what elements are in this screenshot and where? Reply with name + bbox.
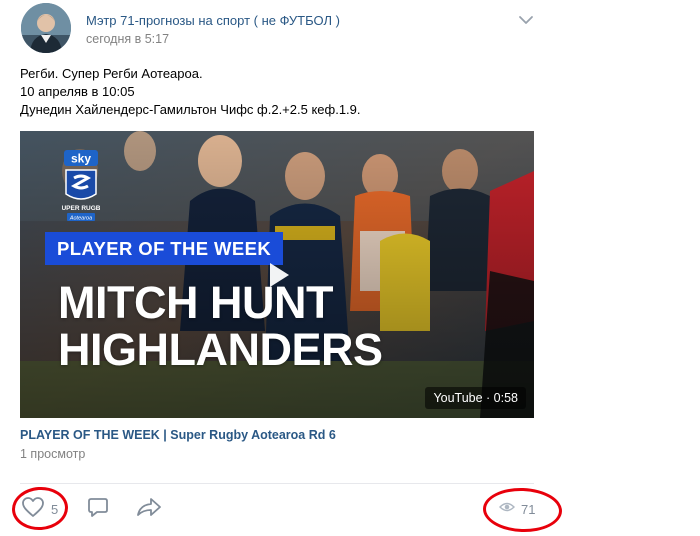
svg-text:sky: sky [71,152,91,166]
avatar[interactable] [21,3,71,53]
heart-icon [21,496,45,523]
svg-text:Aotearoa: Aotearoa [69,216,92,222]
video-overlay-subtitle: HIGHLANDERS [58,324,383,375]
like-button[interactable]: 5 [21,496,59,523]
post-text: Регби. Супер Регби Аотеароа. 10 апреляв … [20,65,361,119]
comment-button[interactable] [87,497,109,521]
views-count: 71 [521,501,536,517]
share-button[interactable] [136,497,162,521]
post-date[interactable]: сегодня в 5:17 [86,32,169,46]
views-counter: 71 [499,497,535,521]
post-header: Мэтр 71-прогнозы на спорт ( не ФУТБОЛ ) … [21,3,541,55]
video-duration-badge: YouTube · 0:58 [425,387,526,409]
like-count: 5 [51,501,59,517]
svg-text:SUPER RUGBY: SUPER RUGBY [62,205,100,212]
chevron-down-icon[interactable] [517,13,535,27]
divider [20,483,534,484]
eye-icon [499,500,515,518]
video-overlay-banner: PLAYER OF THE WEEK [45,232,284,265]
share-arrow-icon [136,496,162,523]
video-view-count: 1 просмотр [20,447,86,461]
post-text-line: 10 апреляв в 10:05 [20,84,135,99]
post-text-line: Регби. Супер Регби Аотеароа. [20,66,203,81]
post-text-line: Дунедин Хайлендерс-Гамильтон Чифс ф.2.+2… [20,102,361,117]
play-icon[interactable] [259,257,295,293]
comment-icon [87,496,109,523]
video-thumbnail[interactable]: sky SUPER RUGBY Aotearoa PLAYER OF THE W… [20,131,534,418]
video-title-link[interactable]: PLAYER OF THE WEEK | Super Rugby Aotearo… [20,428,336,442]
super-rugby-logo: sky SUPER RUGBY Aotearoa [57,148,105,222]
post-author-link[interactable]: Мэтр 71-прогнозы на спорт ( не ФУТБОЛ ) [86,13,340,28]
